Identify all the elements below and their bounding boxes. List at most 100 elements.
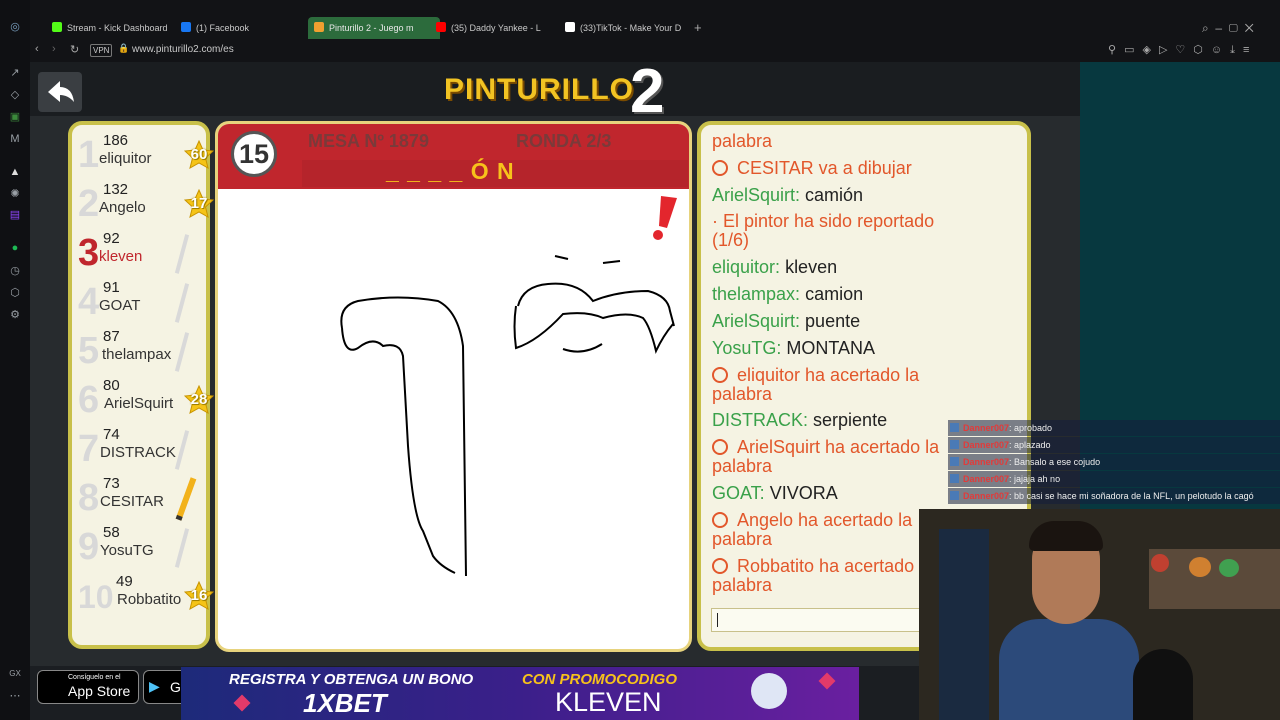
search-icon[interactable]: ⌕ — [1202, 21, 1209, 35]
gx-icon[interactable]: GX — [9, 668, 21, 680]
player-row[interactable]: 6 80 ArielSquirt 28 — [76, 377, 215, 425]
chat-system-message: Angelo ha acertado la — [712, 511, 912, 530]
workspaces-icon[interactable]: ◇ — [9, 89, 21, 101]
messenger-icon[interactable]: M — [9, 133, 21, 145]
player-row[interactable]: 4 91 GOAT — [76, 279, 206, 327]
chat-text: MONTANA — [786, 338, 876, 358]
whatsapp-icon[interactable]: ▣ — [9, 111, 21, 123]
microphone — [1133, 649, 1193, 720]
divider — [174, 332, 190, 372]
timer: 15 — [231, 131, 277, 177]
player-row[interactable]: 9 58 YosuTG — [76, 524, 206, 572]
profile-icon[interactable]: ☺ — [1211, 44, 1230, 56]
play-store-icon: ▶ — [149, 678, 160, 694]
chat-text: Robbatito ha acertado la — [737, 556, 934, 576]
spotify-icon[interactable]: ● — [9, 242, 21, 254]
extensions-icon[interactable]: ⬡ — [1193, 44, 1211, 56]
logo-number: 2 — [630, 57, 665, 126]
star-badge-value: 28 — [190, 391, 208, 408]
settings-icon[interactable]: ⚙ — [9, 309, 21, 321]
tab-label: (33)TikTok - Make Your D — [580, 23, 682, 33]
chat-text: CESITAR va a dibujar — [737, 158, 912, 178]
chat-input[interactable] — [711, 608, 927, 632]
logo-text: PINTURILLO — [444, 73, 634, 106]
chat-message: YosuTG: MONTANA — [712, 339, 875, 358]
back-icon[interactable]: ‹ — [35, 43, 39, 55]
chat-username: eliquitor: — [712, 257, 781, 277]
aria-icon[interactable]: ↗ — [9, 67, 21, 79]
more-icon[interactable]: ⋯ — [9, 690, 21, 702]
url-text[interactable]: www.pinturillo2.com/es — [132, 44, 234, 55]
back-button[interactable] — [38, 72, 82, 112]
player-score: 49 — [116, 573, 133, 590]
player-row[interactable]: 8 73 CESITAR — [76, 475, 206, 523]
promo-banner[interactable]: REGISTRA Y OBTENGA UN BONO 1XBET CON PRO… — [181, 667, 859, 720]
webcam-feed — [919, 509, 1280, 720]
player-row[interactable]: 3 92 kleven — [76, 230, 206, 278]
stream-chat-message: Danner007: aplazado — [948, 437, 1280, 453]
chat-system-message: Robbatito ha acertado la — [712, 557, 933, 576]
plush-toy — [1151, 554, 1169, 572]
chat-message: DISTRACK: serpiente — [712, 411, 887, 430]
play-icon[interactable]: ▷ — [1159, 44, 1175, 56]
browser-tab[interactable]: (35) Daddy Yankee - L — [436, 17, 556, 39]
player-row[interactable]: 7 74 DISTRACK — [76, 426, 206, 474]
player-score: 132 — [103, 181, 129, 198]
correct-guess-icon — [712, 367, 728, 383]
player-row[interactable]: 5 87 thelampax — [76, 328, 206, 376]
chat-text: palabra — [712, 529, 773, 549]
minimize-icon[interactable]: – — [1215, 21, 1222, 35]
player-rank: 10 — [78, 579, 114, 615]
app-store-small-label: Consíguelo en el — [68, 674, 121, 681]
cast-icon[interactable]: ▭ — [1124, 44, 1142, 56]
lock-icon: 🔒 — [118, 43, 130, 53]
divider — [174, 283, 190, 323]
player-rank: 4 — [78, 281, 100, 323]
player-score: 92 — [103, 230, 120, 247]
star-badge-value: 60 — [190, 146, 208, 163]
browser-tab[interactable]: Stream - Kick Dashboard — [52, 17, 172, 39]
star-badge-icon: 28 — [183, 384, 215, 415]
player-row[interactable]: 10 49 Robbatito 16 — [76, 573, 215, 621]
chat-text: palabra — [712, 384, 773, 404]
twitch-icon[interactable]: ▤ — [9, 209, 21, 221]
google-play-button[interactable]: ▶ G — [143, 670, 185, 704]
vpn-badge[interactable]: VPN — [90, 44, 113, 57]
extensions-sidebar-icon[interactable]: ⬡ — [9, 287, 21, 299]
shelf — [1149, 549, 1280, 609]
exclamation-icon[interactable] — [647, 193, 681, 241]
browser-tab[interactable]: (1) Facebook — [181, 17, 301, 39]
tab-label: (1) Facebook — [196, 23, 250, 33]
close-icon[interactable]: ✕ — [1245, 21, 1254, 35]
pin-icon[interactable]: ⚲ — [1108, 44, 1124, 56]
opera-logo-icon[interactable]: ◎ — [9, 21, 21, 33]
app-store-button[interactable]: Consíguelo en el App Store — [37, 670, 139, 704]
maximize-icon[interactable]: ▢ — [1229, 21, 1238, 35]
tab-label: Pinturillo 2 - Juego m — [329, 23, 414, 33]
chat-system-message: · El pintor ha sido reportado — [712, 212, 934, 231]
shield-icon[interactable]: ◈ — [1142, 44, 1158, 56]
chatgpt-icon[interactable]: ▲ — [9, 166, 21, 178]
heart-icon[interactable]: ♡ — [1175, 44, 1193, 56]
player-name: Robbatito — [117, 591, 182, 608]
browser-tab[interactable]: (33)TikTok - Make Your D — [565, 17, 685, 39]
menu-icon[interactable]: ≡ — [1243, 44, 1257, 56]
chat-message: GOAT: VIVORA — [712, 484, 838, 503]
openai-icon[interactable]: ✺ — [9, 188, 21, 200]
player-row[interactable]: 2 132 Angelo 17 — [76, 181, 215, 229]
correct-guess-icon — [712, 512, 728, 528]
user-badge-icon — [950, 474, 959, 483]
chat-message: ArielSquirt: puente — [712, 312, 860, 331]
history-icon[interactable]: ◷ — [9, 265, 21, 277]
chat-system-message: palabra — [712, 576, 772, 595]
reload-icon[interactable]: ↻ — [70, 43, 79, 56]
new-tab-button[interactable]: + — [694, 17, 702, 39]
download-icon[interactable]: ⤓ — [1230, 44, 1243, 56]
forward-icon[interactable]: › — [52, 43, 56, 55]
browser-tab[interactable]: Pinturillo 2 - Juego m — [308, 17, 440, 39]
drawing-canvas[interactable] — [218, 186, 684, 642]
chat-username: thelampax: — [712, 284, 801, 304]
chat-message: thelampax: camion — [712, 285, 863, 304]
chat-system-message: palabra — [712, 132, 772, 151]
player-row[interactable]: 1 186 eliquitor 60 — [76, 132, 215, 180]
